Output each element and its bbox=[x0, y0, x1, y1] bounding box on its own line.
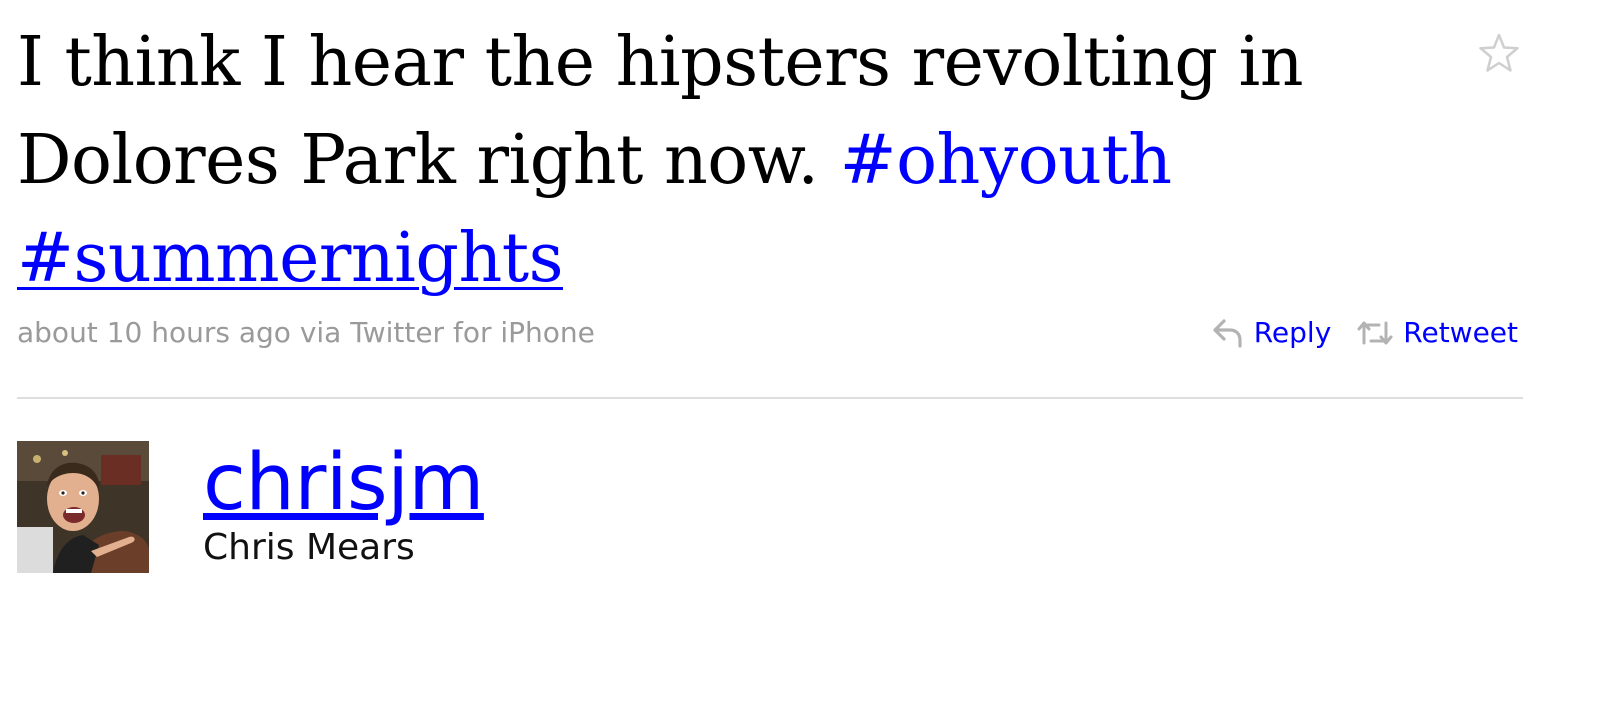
reply-icon bbox=[1212, 318, 1244, 348]
retweet-icon bbox=[1357, 319, 1393, 347]
author-screen-name[interactable]: chrisjm bbox=[203, 438, 484, 528]
tweet-text: I think I hear the hipsters revolting in… bbox=[17, 14, 1447, 308]
tweet-meta: about 10 hours ago via Twitter for iPhon… bbox=[17, 316, 595, 349]
reply-button[interactable]: Reply bbox=[1212, 316, 1332, 349]
hashtag-summernights[interactable]: #summernights bbox=[17, 219, 563, 298]
retweet-button[interactable]: Retweet bbox=[1357, 316, 1518, 349]
reply-label: Reply bbox=[1253, 316, 1332, 349]
retweet-label: Retweet bbox=[1403, 316, 1518, 349]
tweet-timestamp[interactable]: about 10 hours ago bbox=[17, 316, 291, 349]
hashtag-ohyouth[interactable]: #ohyouth bbox=[840, 121, 1172, 200]
tweet-source: via Twitter for iPhone bbox=[299, 316, 595, 349]
tweet-actions: Reply Retweet bbox=[1212, 316, 1518, 349]
avatar[interactable] bbox=[17, 441, 149, 573]
divider bbox=[17, 397, 1523, 399]
star-icon[interactable] bbox=[1479, 33, 1519, 73]
author-full-name: Chris Mears bbox=[203, 527, 415, 568]
